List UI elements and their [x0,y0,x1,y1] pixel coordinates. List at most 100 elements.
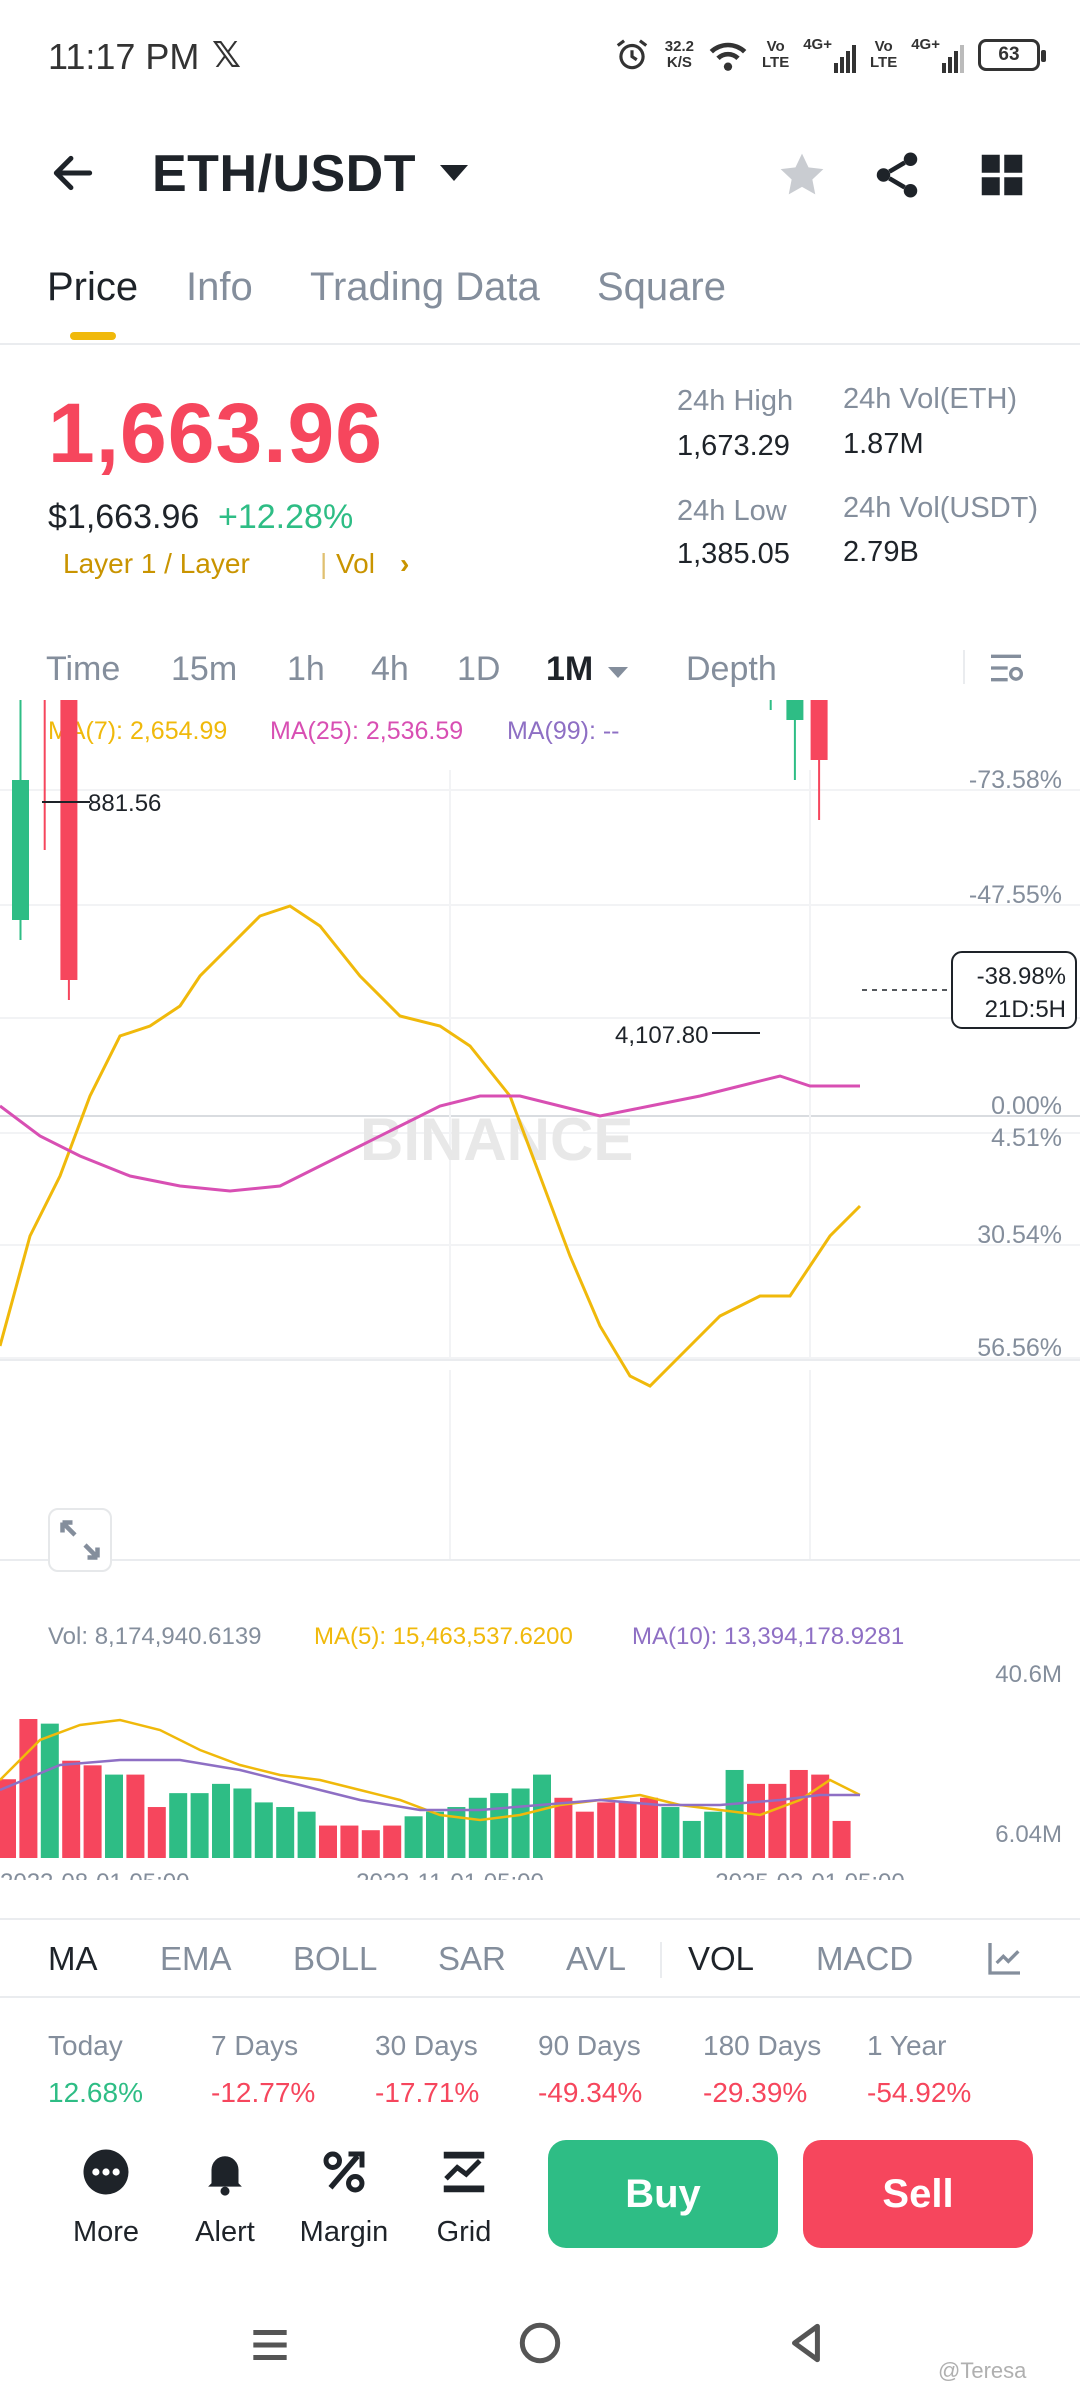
margin-icon [323,2151,365,2193]
stat-high: 1,673.29 [677,430,790,462]
chevron-right-icon[interactable]: › [400,548,409,580]
stat-low-label: 24h Low [677,495,787,527]
buy-button[interactable]: Buy [548,2140,778,2248]
volume-bar [618,1802,637,1858]
bell-icon [208,2156,242,2196]
vol-ma5-legend: MA(5): 15,463,537.6200 [314,1623,573,1650]
interval-1h[interactable]: 1h [287,650,325,689]
interval-4h[interactable]: 4h [371,650,409,689]
volume-bar [468,1797,487,1858]
perf-label: Today [48,2030,123,2061]
volume-bar [490,1793,509,1858]
perf-value: 12.68% [48,2077,143,2108]
signal-icon-2: 4G+ [911,37,964,73]
perf-label: 1 Year [867,2030,947,2061]
caret-down-icon[interactable] [440,165,468,181]
stat-vol-eth: 1.87M [843,428,924,460]
indicator-ma[interactable]: MA [48,1940,98,1978]
stat-vol-eth-label: 24h Vol(ETH) [843,383,1018,415]
candle-body [810,700,828,760]
perf-label: 180 Days [703,2030,822,2061]
volume-bar [704,1811,723,1858]
ma25-legend: MA(25): 2,536.59 [270,717,463,745]
tab-info[interactable]: Info [186,265,253,310]
volume-bar [789,1769,808,1858]
tab-underline [70,332,116,340]
grid-label: Grid [436,2216,492,2248]
home-icon[interactable] [515,2318,565,2368]
axis-label: 56.56% [977,1334,1062,1362]
volume-bar [83,1765,102,1858]
volume-bar [361,1830,380,1858]
perf-value: -12.77% [211,2077,316,2108]
perf-label: 90 Days [538,2030,641,2061]
high-annotation: 881.56 [88,790,161,817]
volte-1: Vo LTE [762,38,790,71]
usd-price: $1,663.96 [48,498,200,536]
volume-bar [426,1811,444,1858]
indicator-bar: MA EMA BOLL SAR AVL VOL MACD [0,1918,1080,1998]
interval-15m[interactable]: 15m [171,650,237,689]
volume-bar [404,1816,423,1858]
sell-button[interactable]: Sell [803,2140,1033,2248]
system-nav-bar: @Teresa [0,2290,1080,2400]
volume-bar [126,1774,145,1858]
price-chart[interactable]: BINANCE MA(7): 2,654.99 MA(25): 2,536.59 M… [0,700,1080,1880]
current-percent: -38.98% [977,963,1066,990]
recents-icon[interactable] [245,2320,295,2370]
margin-button[interactable]: Margin [294,2145,394,2249]
grid-icon[interactable] [975,148,1029,202]
volume-bar [212,1783,230,1858]
indicator-macd[interactable]: MACD [816,1940,913,1978]
interval-caret-icon[interactable] [608,667,628,678]
interval-time[interactable]: Time [46,650,120,689]
expand-icon [60,1520,100,1560]
axis-label: -47.55% [969,881,1062,909]
alert-button[interactable]: Alert [175,2145,275,2249]
indicator-vol[interactable]: VOL [688,1940,754,1978]
last-price: 1,663.96 [48,386,383,480]
volume-bar [62,1760,81,1858]
indicator-sar[interactable]: SAR [438,1940,506,1978]
interval-1m[interactable]: 1M [546,650,593,689]
grid-bot-button[interactable]: Grid [414,2145,514,2249]
back-arrow-icon[interactable] [48,148,98,198]
interval-depth[interactable]: Depth [686,650,777,689]
indicator-settings-icon[interactable] [985,1938,1025,1978]
chart-settings-icon[interactable] [985,648,1027,688]
indicator-boll[interactable]: BOLL [293,1940,377,1978]
candle-body [60,700,78,980]
more-button[interactable]: More [56,2145,156,2249]
tab-trading-data[interactable]: Trading Data [310,265,540,310]
perf-label: 7 Days [211,2030,299,2061]
margin-label: Margin [299,2216,389,2248]
volume-bar [533,1774,551,1858]
interval-1d[interactable]: 1D [457,650,500,689]
tag-divider: | [320,548,328,579]
indicator-ema[interactable]: EMA [160,1940,232,1978]
volume-bar [340,1825,359,1858]
vol-legend: Vol: 8,174,940.6139 [48,1623,262,1650]
tab-bar: Price Info Trading Data Square [0,255,1080,345]
share-icon[interactable] [870,148,924,202]
vol-axis-max: 40.6M [995,1661,1062,1688]
indicator-avl[interactable]: AVL [566,1940,626,1978]
status-time: 11:17 PM [48,36,200,77]
back-nav-icon[interactable] [782,2318,832,2368]
expand-chart-button[interactable] [48,1508,112,1572]
perf-value: -49.34% [538,2077,643,2108]
star-icon[interactable] [775,148,829,202]
volume-layer: Vol: 8,174,940.6139 MA(5): 15,463,537.620… [0,1623,1062,1880]
signal-icon: 4G+ [803,37,856,73]
tab-square[interactable]: Square [597,265,726,310]
tag-layer[interactable]: Layer 1 / Layer [63,548,250,580]
x-tick: 2023-11-01 05:00 [356,1869,544,1880]
stat-vol-usdt: 2.79B [843,536,919,568]
volume-bar [233,1788,252,1858]
header: ETH/USDT [0,120,1080,230]
volte-2: Vo LTE [870,38,898,71]
pair-title[interactable]: ETH/USDT [152,144,416,204]
axis-label: 30.54% [977,1221,1062,1249]
tab-price[interactable]: Price [47,265,138,310]
tag-vol[interactable]: Vol [336,548,375,580]
